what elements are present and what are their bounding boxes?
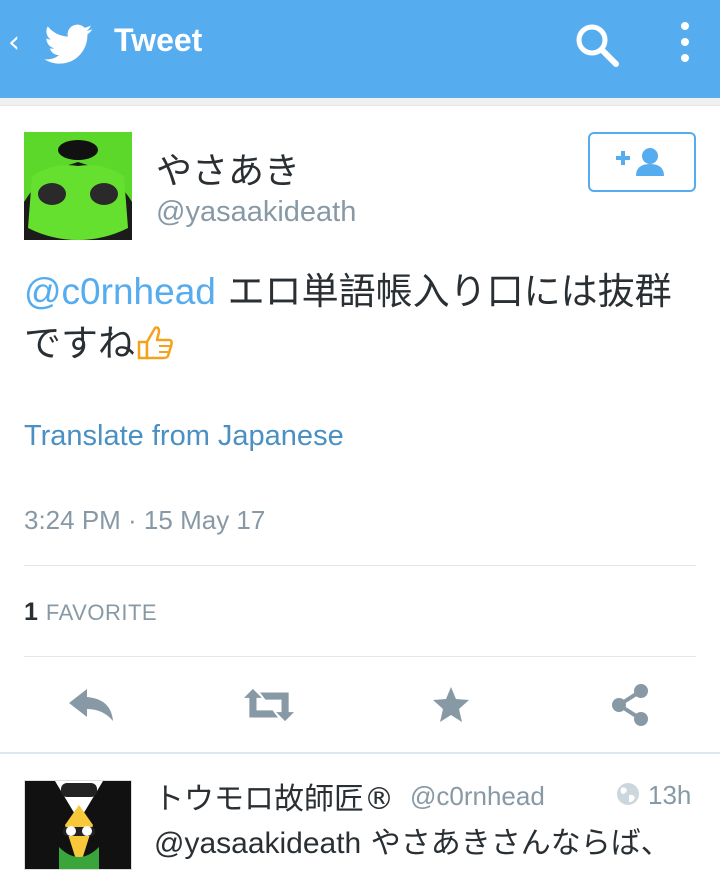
twitter-bird-icon[interactable] xyxy=(42,20,96,68)
reply-time: 13h xyxy=(648,780,692,810)
app-bar-shadow xyxy=(0,98,720,106)
favorite-button[interactable] xyxy=(426,680,476,730)
back-chevron-icon[interactable]: ‹ xyxy=(8,28,20,58)
translate-link[interactable]: Translate from Japanese xyxy=(24,420,344,453)
globe-icon xyxy=(617,783,639,805)
follow-button[interactable] xyxy=(588,132,696,192)
divider xyxy=(24,565,696,566)
author-handle[interactable]: @yasaakideath xyxy=(156,196,356,229)
reply-author-name[interactable]: トウモロ故師匠® xyxy=(154,774,394,818)
thumbs-up-icon xyxy=(137,326,173,360)
reply-author-avatar[interactable] xyxy=(24,780,132,870)
share-button[interactable] xyxy=(606,680,656,730)
retweet-icon xyxy=(244,688,294,722)
divider xyxy=(24,656,696,657)
app-bar: ‹ Tweet xyxy=(0,0,720,98)
author-avatar[interactable] xyxy=(24,132,132,240)
overflow-menu-icon[interactable] xyxy=(670,20,700,68)
search-icon[interactable] xyxy=(574,22,620,68)
reply-body: やさあきさんならば、 xyxy=(370,826,671,861)
favorite-count: 1 xyxy=(24,598,38,626)
reply-icon xyxy=(69,689,113,721)
page-title: Tweet xyxy=(114,22,203,58)
reply-mention-link[interactable]: @yasaakideath xyxy=(154,827,361,860)
tweet-timestamp: 3:24 PM · 15 May 17 xyxy=(24,505,266,535)
mention-link[interactable]: @c0rnhead xyxy=(24,271,216,312)
share-icon xyxy=(612,684,648,726)
tweet-text: @c0rnhead エロ単語帳入り口には抜群ですね xyxy=(24,266,704,370)
reply-button[interactable] xyxy=(66,680,116,730)
favorite-stats[interactable]: 1 FAVORITE xyxy=(24,598,157,627)
favorite-label: FAVORITE xyxy=(45,600,158,625)
author-name[interactable]: やさあき xyxy=(156,142,300,194)
retweet-button[interactable] xyxy=(244,680,294,730)
add-user-icon xyxy=(616,148,664,176)
reply-author-handle[interactable]: @c0rnhead xyxy=(410,781,545,812)
reply-text: @yasaakideath やさあきさんならば、 xyxy=(154,818,671,862)
favorite-star-icon xyxy=(433,687,469,722)
section-divider xyxy=(0,752,720,754)
